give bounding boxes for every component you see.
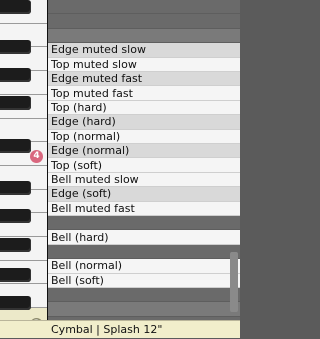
lane-edge-muted-slow[interactable]: Edge muted slow (48, 43, 240, 58)
lane-empty[interactable] (48, 288, 240, 303)
lane-label: Bell (soft) (51, 273, 104, 287)
lane-label: Top muted fast (51, 86, 133, 100)
piano-keyboard[interactable]: 43 (0, 0, 48, 338)
lane-bell-muted-slow[interactable]: Bell muted slow (48, 172, 240, 188)
status-bar: Cymbal | Splash 12" (0, 320, 240, 338)
lane-label: Bell muted fast (51, 201, 135, 215)
black-key[interactable] (0, 0, 31, 14)
lane-label: Edge (normal) (51, 144, 130, 158)
lane-label: Edge muted slow (51, 43, 146, 57)
lane-label: Bell (hard) (51, 230, 109, 244)
lane-label: Top muted slow (51, 57, 137, 71)
lane-empty[interactable] (48, 0, 240, 15)
lane-empty[interactable] (48, 244, 240, 260)
lane-label: Bell (normal) (51, 259, 123, 273)
lane-label: Top (soft) (51, 158, 103, 172)
octave-marker: 4 (30, 150, 43, 163)
black-key[interactable] (0, 181, 31, 195)
lane-label: Bell muted slow (51, 172, 139, 186)
scrollbar[interactable] (230, 252, 238, 312)
black-key[interactable] (0, 68, 31, 82)
black-key[interactable] (0, 209, 31, 223)
lane-empty[interactable] (48, 14, 240, 29)
lane-top-normal[interactable]: Top (normal) (48, 129, 240, 144)
lane-label: Edge (soft) (51, 187, 112, 201)
lane-bell-hard[interactable]: Bell (hard) (48, 230, 240, 245)
instrument-label: Cymbal | Splash 12" (51, 323, 163, 336)
lane-label: Edge (hard) (51, 115, 116, 129)
lane-label: Top (normal) (51, 129, 121, 143)
lane-label: Top (hard) (51, 100, 107, 114)
black-key[interactable] (0, 268, 31, 282)
lane-top-muted-fast[interactable]: Top muted fast (48, 86, 240, 101)
black-key[interactable] (0, 238, 31, 252)
black-key[interactable] (0, 296, 31, 310)
lane-top-soft[interactable]: Top (soft) (48, 158, 240, 173)
lane-empty[interactable] (48, 216, 240, 231)
lane-edge-soft[interactable]: Edge (soft) (48, 187, 240, 202)
lane-edge-muted-fast[interactable]: Edge muted fast (48, 72, 240, 87)
black-key[interactable] (0, 139, 31, 153)
black-key[interactable] (0, 40, 31, 54)
lane-top-hard[interactable]: Top (hard) (48, 100, 240, 116)
lane-label: Edge muted fast (51, 72, 143, 86)
lane-bell-normal[interactable]: Bell (normal) (48, 259, 240, 274)
lane-empty[interactable] (48, 28, 240, 44)
lane-edge-normal[interactable]: Edge (normal) (48, 144, 240, 159)
lane-empty[interactable] (48, 302, 240, 317)
lane-edge-hard[interactable]: Edge (hard) (48, 115, 240, 130)
note-lane-list: Edge muted slow Top muted slow Edge muted … (48, 0, 240, 338)
black-key[interactable] (0, 96, 31, 110)
lane-bell-muted-fast[interactable]: Bell muted fast (48, 201, 240, 216)
lane-bell-soft[interactable]: Bell (soft) (48, 273, 240, 288)
lane-top-muted-slow[interactable]: Top muted slow (48, 57, 240, 72)
